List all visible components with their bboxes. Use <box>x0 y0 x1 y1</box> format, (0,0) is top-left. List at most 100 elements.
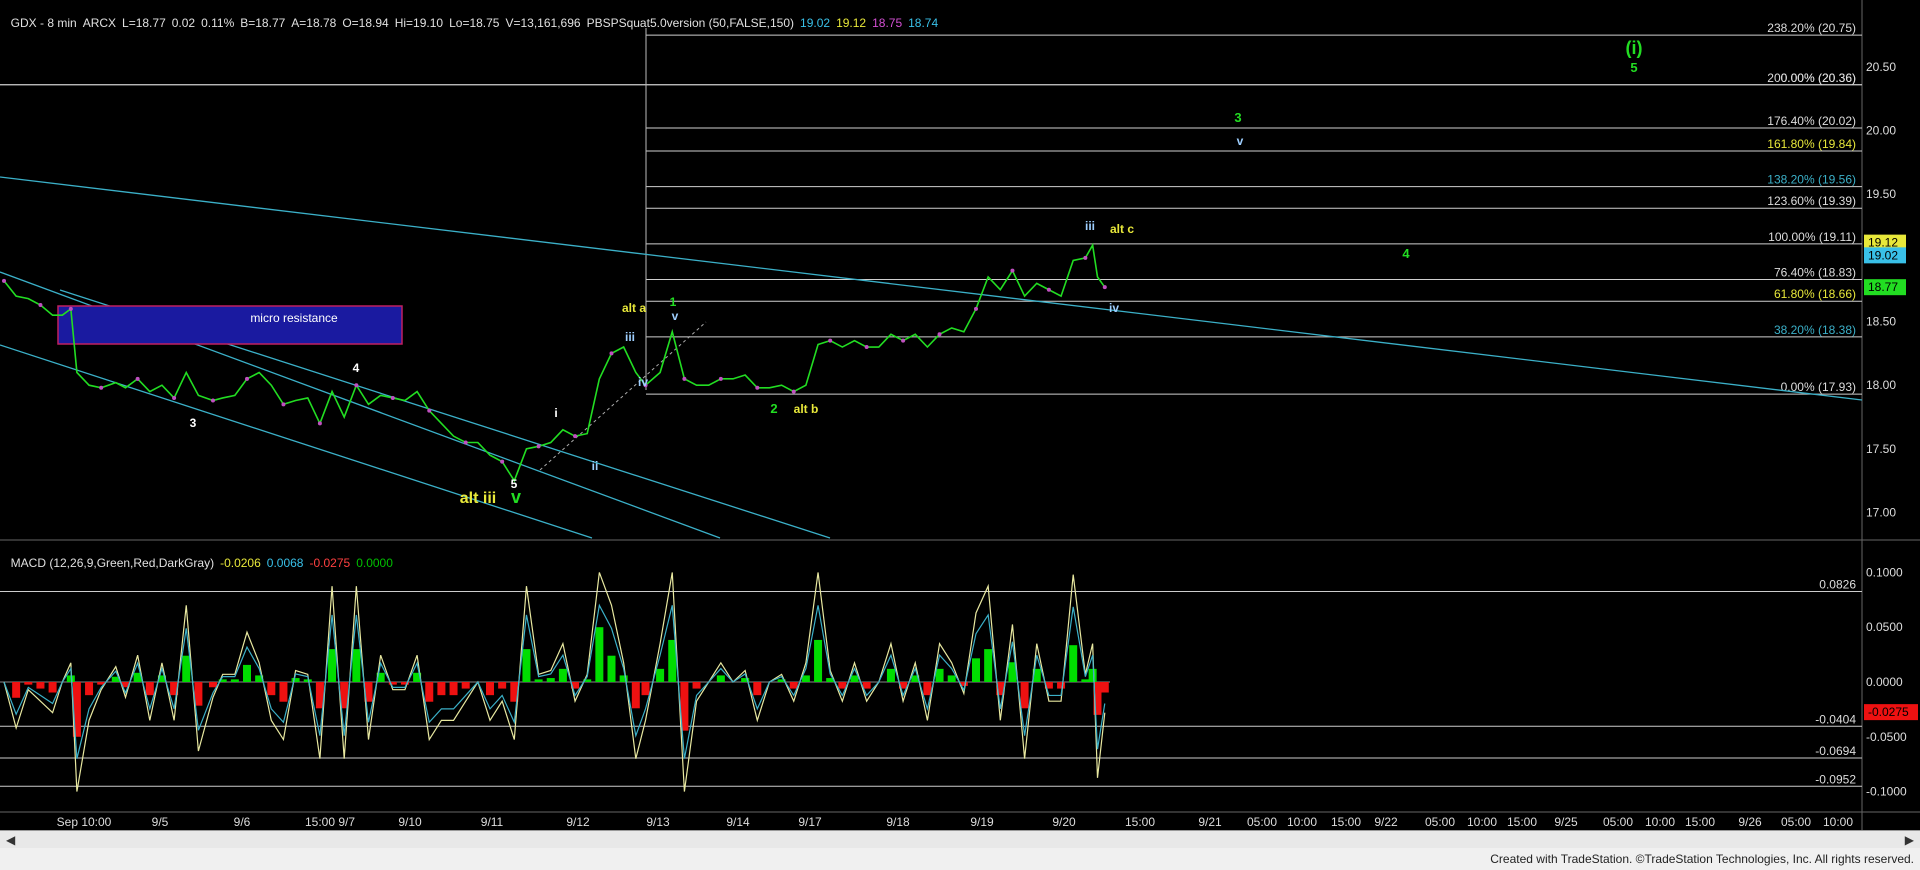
wave-label: alt a <box>622 301 646 315</box>
macd-bar <box>1020 682 1029 709</box>
macd-bar <box>36 682 45 689</box>
price-tag-label: 19.02 <box>1868 248 1898 262</box>
price-point <box>281 402 286 407</box>
volume-value: V=13,161,696 <box>505 16 581 30</box>
price-point <box>245 376 249 381</box>
macd-bar <box>801 675 810 682</box>
wave-label: 3 <box>1234 110 1241 125</box>
wave-label: iii <box>1085 219 1095 233</box>
macd-bar <box>862 682 871 689</box>
macd-bar <box>1069 645 1078 682</box>
macd-bar <box>534 679 543 682</box>
indicator-value-3: 18.75 <box>872 16 903 30</box>
time-tick-label: 15:00 <box>1685 815 1715 829</box>
macd-bar <box>631 682 640 709</box>
price-tick-label: 19.50 <box>1866 187 1896 201</box>
macd-bar <box>243 664 251 682</box>
price-line <box>3 242 1106 483</box>
price-tag-label: 18.77 <box>1868 280 1898 294</box>
time-tick-label: 10:00 <box>1467 815 1497 829</box>
price-tick-label: 20.50 <box>1866 60 1896 74</box>
macd-header: MACD (12,26,9,Green,Red,DarkGray) -0.0206… <box>4 542 399 570</box>
price-point <box>864 345 869 350</box>
macd-tick-label: 0.0500 <box>1866 620 1903 634</box>
fib-label: 76.40% (18.83) <box>1774 266 1856 280</box>
macd-value-3: -0.0275 <box>309 556 351 570</box>
macd-bar <box>838 682 847 689</box>
macd-bar <box>498 682 507 689</box>
macd-level-label: 0.0826 <box>1819 577 1856 591</box>
wave-label: 3 <box>190 416 197 430</box>
high-value: Hi=19.10 <box>394 16 444 30</box>
price-point <box>38 303 43 308</box>
indicator-value-2: 19.12 <box>836 16 867 30</box>
macd-bar <box>145 682 154 696</box>
price-point <box>609 351 614 356</box>
price-point <box>974 306 978 311</box>
wave-label: i <box>554 406 557 420</box>
time-tick-label: 05:00 <box>1247 815 1277 829</box>
fib-label: 61.80% (18.66) <box>1774 287 1856 301</box>
price-chart[interactable]: 20.5020.0019.5019.0018.5018.0017.5017.00… <box>0 0 1920 870</box>
price-point <box>427 408 432 413</box>
price-point <box>317 421 322 426</box>
macd-bar <box>692 682 701 689</box>
wave-label: v <box>1237 134 1244 148</box>
macd-bar <box>814 639 823 682</box>
time-tick-label: 9/12 <box>566 815 590 829</box>
fib-label: 0.00% (20.36) <box>1781 71 1856 85</box>
fib-label: 138.20% (19.56) <box>1767 173 1856 187</box>
fib-label: 238.20% (20.75) <box>1767 21 1856 35</box>
wave-label: 4 <box>353 361 360 375</box>
time-tick-label: 9/17 <box>798 815 822 829</box>
time-tick-label: 15:00 <box>1507 815 1537 829</box>
fib-label: 161.80% (19.84) <box>1767 137 1856 151</box>
time-tick-label: 9/19 <box>970 815 994 829</box>
macd-bar <box>437 682 446 696</box>
price-tick-label: 18.00 <box>1866 378 1896 392</box>
price-point <box>755 385 760 390</box>
change-value: 0.02 <box>171 16 196 30</box>
time-tick-label: 9/13 <box>646 815 670 829</box>
fib-label: 176.40% (20.02) <box>1767 114 1856 128</box>
macd-bar <box>449 682 458 696</box>
scroll-right-icon[interactable]: ▶ <box>1905 833 1914 847</box>
time-tick-label: 9/20 <box>1052 815 1076 829</box>
macd-level-label: -0.0952 <box>1815 772 1856 786</box>
macd-label: MACD (12,26,9,Green,Red,DarkGray) <box>10 556 215 570</box>
macd-tick-label: 0.0000 <box>1866 675 1903 689</box>
price-point <box>2 278 6 283</box>
price-point <box>68 306 73 311</box>
price-point <box>718 376 723 381</box>
macd-bar <box>935 668 944 682</box>
scroll-left-icon[interactable]: ◀ <box>6 833 15 847</box>
price-point <box>463 440 468 445</box>
time-tick-label: 05:00 <box>1425 815 1455 829</box>
fib-label: 38.20% (18.38) <box>1774 323 1856 337</box>
wave-label: alt iii <box>460 490 496 507</box>
macd-bar <box>789 682 798 689</box>
macd-bar <box>279 682 288 702</box>
wave-label: v <box>511 487 521 507</box>
macd-bar <box>656 668 665 682</box>
macd-bar <box>352 649 361 682</box>
macd-bar <box>303 679 312 682</box>
wave-label: 2 <box>770 401 777 416</box>
price-point <box>210 398 215 403</box>
channel-lower <box>0 344 593 539</box>
macd-bar <box>923 682 932 696</box>
macd-bar <box>291 678 300 682</box>
price-point <box>682 376 687 381</box>
horizontal-scrollbar[interactable]: ◀ ▶ <box>0 830 1920 849</box>
symbol-label: GDX - 8 min <box>10 16 77 30</box>
macd-bar <box>425 682 434 702</box>
macd-bar <box>12 682 21 698</box>
price-point <box>99 385 104 390</box>
macd-bar <box>716 675 725 682</box>
macd-bar <box>753 682 762 696</box>
bid-value: B=18.77 <box>240 16 286 30</box>
chart-header: GDX - 8 min ARCX L=18.77 0.02 0.11% B=18.77 A=… <box>4 2 944 30</box>
price-point <box>791 389 796 394</box>
time-tick-label: 9/11 <box>481 815 504 829</box>
price-point <box>1046 287 1051 292</box>
